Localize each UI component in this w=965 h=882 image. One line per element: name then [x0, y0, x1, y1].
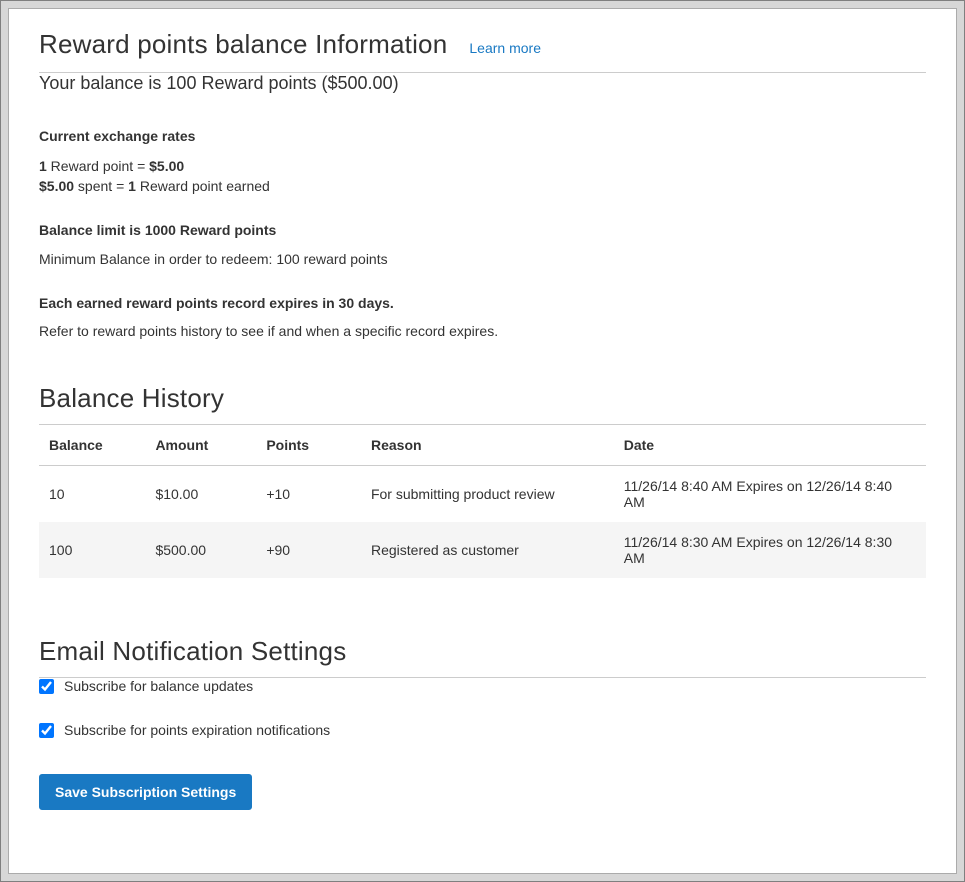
cell-date: 11/26/14 8:30 AM Expires on 12/26/14 8:3…: [614, 522, 926, 578]
reward-points-panel: Reward points balance Information Learn …: [8, 8, 957, 874]
cell-reason: For submitting product review: [361, 466, 614, 523]
column-header-points: Points: [256, 425, 361, 466]
column-header-reason: Reason: [361, 425, 614, 466]
cell-points: +10: [256, 466, 361, 523]
cell-date: 11/26/14 8:40 AM Expires on 12/26/14 8:4…: [614, 466, 926, 523]
table-header: Balance Amount Points Reason Date: [39, 425, 926, 466]
cell-points: +90: [256, 522, 361, 578]
cell-balance: 100: [39, 522, 145, 578]
subscribe-balance-option[interactable]: Subscribe for balance updates: [39, 678, 926, 694]
subscribe-balance-checkbox[interactable]: [39, 679, 54, 694]
table-row: 10 $10.00 +10 For submitting product rev…: [39, 466, 926, 523]
subscribe-balance-label: Subscribe for balance updates: [64, 678, 253, 694]
cell-amount: $10.00: [145, 466, 256, 523]
email-settings-heading: Email Notification Settings: [39, 636, 926, 667]
subscribe-expiration-checkbox[interactable]: [39, 723, 54, 738]
column-header-date: Date: [614, 425, 926, 466]
table-row: 100 $500.00 +90 Registered as customer 1…: [39, 522, 926, 578]
page-background: Reward points balance Information Learn …: [0, 0, 965, 882]
cell-balance: 10: [39, 466, 145, 523]
balance-history-heading: Balance History: [39, 383, 926, 414]
save-subscription-settings-button[interactable]: Save Subscription Settings: [39, 774, 252, 810]
exchange-rates-heading: Current exchange rates: [39, 128, 926, 144]
rate-line-1: 1 Reward point = $5.00: [39, 158, 184, 174]
column-header-amount: Amount: [145, 425, 256, 466]
cell-amount: $500.00: [145, 522, 256, 578]
learn-more-link[interactable]: Learn more: [469, 40, 541, 56]
expiration-hint: Refer to reward points history to see if…: [39, 323, 926, 339]
table-header-row: Balance Amount Points Reason Date: [39, 425, 926, 466]
exchange-rates-text: 1 Reward point = $5.00 $5.00 spent = 1 R…: [39, 157, 926, 196]
subscribe-expiration-option[interactable]: Subscribe for points expiration notifica…: [39, 722, 926, 738]
balance-history-table: Balance Amount Points Reason Date 10 $10…: [39, 425, 926, 578]
minimum-balance-text: Minimum Balance in order to redeem: 100 …: [39, 251, 926, 267]
panel-header: Reward points balance Information Learn …: [39, 29, 926, 60]
balance-limit-text: Balance limit is 1000 Reward points: [39, 222, 926, 238]
subscribe-expiration-label: Subscribe for points expiration notifica…: [64, 722, 330, 738]
expiration-note: Each earned reward points record expires…: [39, 295, 926, 311]
rate-line-2: $5.00 spent = 1 Reward point earned: [39, 178, 270, 194]
page-title: Reward points balance Information: [39, 29, 447, 60]
table-body: 10 $10.00 +10 For submitting product rev…: [39, 466, 926, 579]
cell-reason: Registered as customer: [361, 522, 614, 578]
column-header-balance: Balance: [39, 425, 145, 466]
balance-summary: Your balance is 100 Reward points ($500.…: [39, 73, 926, 94]
